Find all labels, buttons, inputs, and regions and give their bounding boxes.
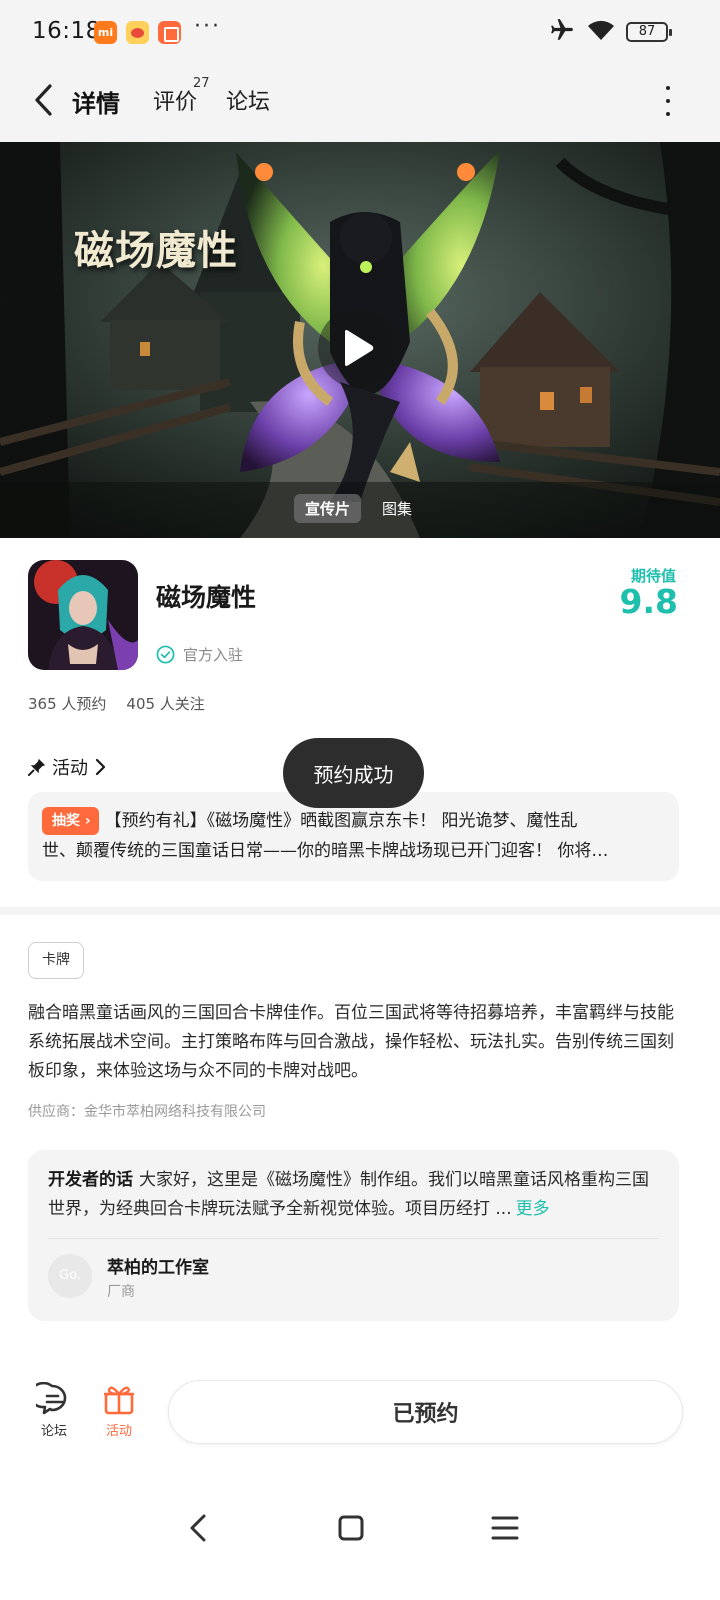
developer-text: 大家好，这里是《磁场魔性》制作组。我们以暗黑童话风格重构三国世界，为经典回合卡牌…: [48, 1170, 649, 1219]
studio-role: 厂商: [107, 1284, 135, 1300]
more-link[interactable]: 更多: [516, 1199, 550, 1219]
bottom-activity-label: 活动: [105, 1424, 132, 1439]
verified-check-icon: [156, 645, 175, 664]
wifi-icon: [586, 18, 616, 46]
nav-home-button[interactable]: [331, 1508, 371, 1548]
follower-count: 405 人关注: [126, 695, 205, 713]
supplier-text: 供应商：金华市萃柏网络科技有限公司: [28, 1104, 266, 1120]
media-tab-gallery[interactable]: 图集: [371, 494, 423, 523]
weibo-app-icon: [126, 21, 149, 44]
nav-back-icon: [190, 1514, 206, 1542]
genre-tag[interactable]: 卡牌: [28, 942, 84, 979]
airplane-icon: [548, 17, 576, 47]
game-description: 融合暗黑童话画风的三国回合卡牌佳作。百位三国武将等待招募培养，丰富羁绊与技能系统…: [28, 1003, 674, 1081]
developer-divider: [48, 1238, 659, 1239]
game-icon: [28, 560, 138, 670]
bottom-forum-button[interactable]: 论坛: [26, 1382, 82, 1439]
hero-media[interactable]: 磁场魔性 宣传片 图集: [0, 142, 720, 538]
tab-detail[interactable]: 详情: [68, 84, 124, 119]
media-tab-trailer[interactable]: 宣传片: [294, 494, 362, 523]
game-stats: 365 人预约 405 人关注: [28, 693, 205, 714]
section-divider: [0, 907, 720, 915]
app-header: 详情 评价 27 论坛: [0, 64, 720, 142]
expectation-score: 9.8: [619, 582, 678, 621]
nav-back-button[interactable]: [178, 1508, 218, 1548]
game-name: 磁场魔性: [156, 583, 257, 612]
developer-note: 开发者的话 大家好，这里是《磁场魔性》制作组。我们以暗黑童话风格重构三国世界，为经…: [48, 1166, 659, 1224]
reserved-button[interactable]: 已预约: [168, 1380, 683, 1444]
back-button[interactable]: [22, 78, 66, 122]
nav-recents-button[interactable]: [485, 1508, 525, 1548]
developer-heading: 开发者的话: [48, 1170, 133, 1190]
toast-message: 预约成功: [283, 738, 424, 808]
lottery-tag: 抽奖 ›: [42, 807, 99, 835]
mi-app-icon: mi: [94, 21, 117, 44]
status-indicators: 87: [548, 17, 672, 47]
lottery-tag-label: 抽奖: [52, 813, 80, 829]
promo-text-2: 世、颠覆传统的三国童话日常——你的暗黑卡牌战场现已开门迎客！ 你将…: [42, 841, 609, 861]
avatar[interactable]: Go.: [48, 1254, 92, 1298]
dot: [666, 99, 670, 103]
tab-review[interactable]: 评价: [153, 84, 197, 116]
promo-text-1: 【预约有礼】《磁场魔性》晒截图赢京东卡！ 阳光诡梦、魔性乱: [104, 811, 578, 831]
promo-line-1: 抽奖 › 【预约有礼】《磁场魔性》晒截图赢京东卡！ 阳光诡梦、魔性乱: [42, 806, 665, 836]
forum-chat-icon: [36, 1382, 67, 1415]
tab-detail-label: 详情: [72, 90, 120, 118]
system-nav-bar: [0, 1490, 720, 1562]
bottom-forum-label: 论坛: [40, 1424, 67, 1439]
pin-icon: [28, 758, 46, 776]
bottom-activity-button[interactable]: 活动: [91, 1382, 147, 1439]
more-menu-button[interactable]: [656, 86, 680, 116]
hero-title: 磁场魔性: [74, 227, 238, 274]
status-time: 16:18: [32, 18, 101, 44]
play-icon: [345, 330, 374, 366]
reservation-count: 365 人预约: [28, 695, 107, 713]
dot: [666, 112, 670, 116]
review-count-badge: 27: [193, 76, 210, 91]
chevron-right-icon: [95, 758, 106, 776]
official-label: 官方入驻: [183, 646, 244, 664]
official-badge: 官方入驻: [156, 644, 243, 665]
chevron-left-icon: [35, 84, 52, 116]
play-button[interactable]: [318, 308, 398, 388]
nav-menu-icon: [491, 1516, 519, 1540]
dot: [666, 86, 670, 90]
activity-label: 活动: [52, 758, 88, 779]
studio-name[interactable]: 萃柏的工作室: [107, 1253, 209, 1278]
activity-header[interactable]: 活动: [28, 754, 106, 780]
shop-app-icon: [158, 21, 181, 44]
developer-card: 开发者的话 大家好，这里是《磁场魔性》制作组。我们以暗黑童话风格重构三国世界，为经…: [28, 1150, 679, 1321]
gift-icon: [104, 1386, 134, 1415]
game-icon-art: [28, 560, 138, 670]
notification-more-icon: ···: [194, 14, 221, 39]
battery-indicator: 87: [626, 22, 672, 42]
media-tabs: 宣传片 图集: [294, 494, 423, 523]
tab-forum[interactable]: 论坛: [226, 84, 270, 116]
nav-home-icon: [338, 1515, 364, 1541]
status-bar: 16:18 mi ··· 87: [0, 0, 720, 64]
